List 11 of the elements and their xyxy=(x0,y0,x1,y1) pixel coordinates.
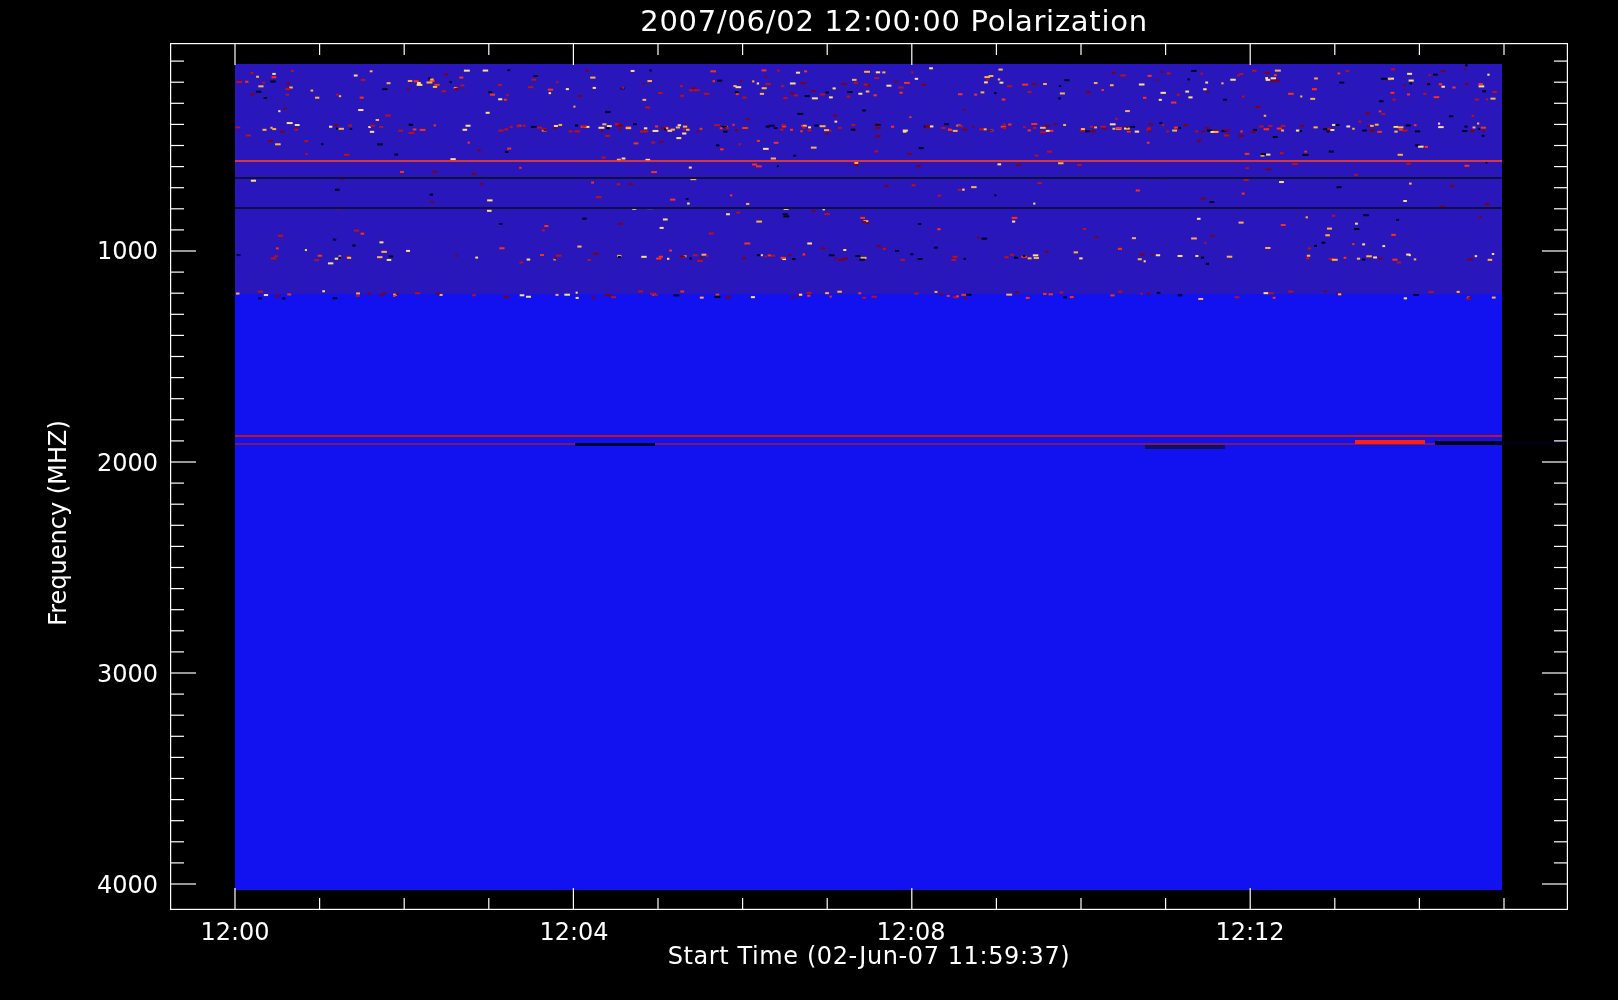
tick-label: 3000 xyxy=(96,662,158,686)
tick-label: 12:08 xyxy=(876,920,946,944)
tick-label: 12:12 xyxy=(1215,920,1285,944)
tick-label: 12:00 xyxy=(200,920,270,944)
tick-label: 4000 xyxy=(96,873,158,897)
chart-title: 2007/06/02 12:00:00 Polarization xyxy=(640,7,1148,36)
tick-label: 2000 xyxy=(96,451,158,475)
axis-label: Frequency (MHZ) xyxy=(46,420,70,626)
tick-label: 1000 xyxy=(96,239,158,263)
axis-label: Start Time (02-Jun-07 11:59:37) xyxy=(667,944,1071,968)
tick-label: 12:04 xyxy=(539,920,609,944)
